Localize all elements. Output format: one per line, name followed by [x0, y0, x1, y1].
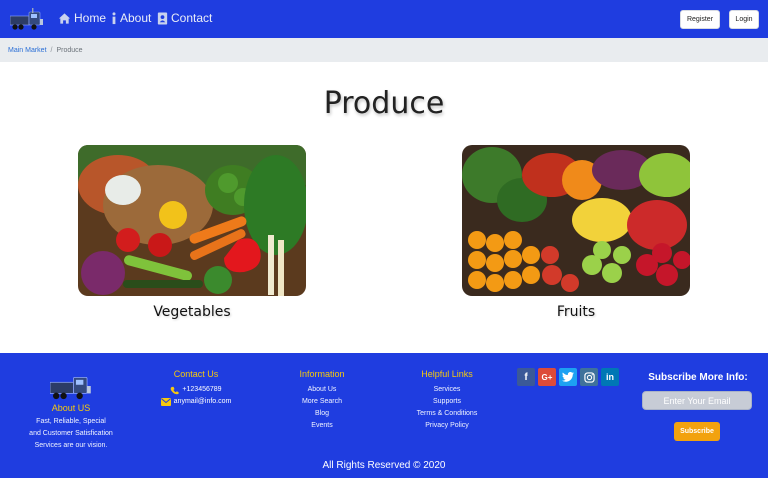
truck-logo-icon[interactable] — [10, 7, 44, 31]
footer-helpful-links: Helpful Links Services Supports Terms & … — [405, 369, 489, 432]
footer-link-terms[interactable]: Terms & Conditions — [405, 408, 489, 420]
nav-contact-link[interactable]: Contact — [157, 11, 212, 25]
facebook-icon[interactable]: f — [517, 368, 535, 386]
footer-link-more-search[interactable]: More Search — [282, 396, 362, 408]
google-plus-icon[interactable]: G+ — [538, 368, 556, 386]
login-button[interactable]: Login — [729, 10, 759, 29]
linkedin-icon[interactable]: in — [601, 368, 619, 386]
nav-about-link[interactable]: About — [111, 11, 151, 25]
nav-home-link[interactable]: Home — [58, 11, 106, 25]
nav-about-label: About — [120, 11, 152, 25]
footer-about-title: About US — [51, 403, 91, 413]
footer-link-supports[interactable]: Supports — [405, 396, 489, 408]
info-icon — [112, 11, 116, 24]
footer-helpful-title: Helpful Links — [421, 369, 473, 379]
breadcrumb-main-market-link[interactable]: Main Market — [8, 47, 47, 54]
footer-phone[interactable]: +123456789 — [150, 384, 242, 396]
footer-email[interactable]: anymail@info.com — [150, 396, 242, 408]
footer-contact-title: Contact Us — [173, 369, 219, 379]
footer-link-privacy[interactable]: Privacy Policy — [405, 420, 489, 432]
footer-link-events[interactable]: Events — [282, 420, 362, 432]
footer-about: About US Fast, Reliable, Special and Cus… — [18, 371, 124, 452]
footer-phone-text: +123456789 — [182, 386, 222, 393]
address-book-icon — [157, 11, 168, 25]
copyright-text: All Rights Reserved © 2020 — [322, 460, 446, 471]
fruits-label[interactable]: Fruits — [462, 304, 690, 320]
footer-about-line: Fast, Reliable, Special — [36, 418, 106, 425]
page-title: Produce — [323, 86, 445, 121]
instagram-icon[interactable] — [580, 368, 598, 386]
envelope-icon — [160, 398, 171, 406]
nav-home-label: Home — [74, 11, 107, 25]
footer-information-title: Information — [299, 369, 345, 379]
breadcrumb-separator: / — [50, 46, 53, 54]
subscribe-button[interactable]: Subscribe — [674, 422, 720, 441]
vegetables-label[interactable]: Vegetables — [78, 304, 306, 320]
footer-about-line: Services are our vision. — [34, 442, 108, 449]
breadcrumb: Main Market / Produce — [0, 38, 768, 62]
footer-email-text: anymail@info.com — [173, 398, 232, 405]
footer-information: Information About Us More Search Blog Ev… — [282, 369, 362, 432]
truck-logo-icon — [50, 376, 91, 400]
nav-contact-label: Contact — [171, 11, 213, 25]
navbar: Home About Contact Register Login — [0, 0, 768, 38]
vegetables-image[interactable] — [78, 145, 306, 296]
social-links: f G+ in — [517, 368, 619, 386]
footer: About US Fast, Reliable, Special and Cus… — [0, 353, 768, 478]
subscribe-email-input[interactable] — [642, 391, 752, 410]
home-icon — [58, 12, 71, 24]
breadcrumb-current: Produce — [56, 46, 83, 54]
footer-link-blog[interactable]: Blog — [282, 408, 362, 420]
register-button[interactable]: Register — [680, 10, 720, 29]
footer-contact: Contact Us +123456789 anymail@info.com — [150, 369, 242, 408]
subscribe-title: Subscribe More Info: — [648, 372, 748, 383]
fruits-image[interactable] — [462, 145, 690, 296]
footer-about-line: and Customer Satisfication — [29, 430, 113, 437]
footer-link-services[interactable]: Services — [405, 384, 489, 396]
twitter-icon[interactable] — [559, 368, 577, 386]
phone-icon — [171, 386, 179, 394]
footer-link-about-us[interactable]: About Us — [282, 384, 362, 396]
